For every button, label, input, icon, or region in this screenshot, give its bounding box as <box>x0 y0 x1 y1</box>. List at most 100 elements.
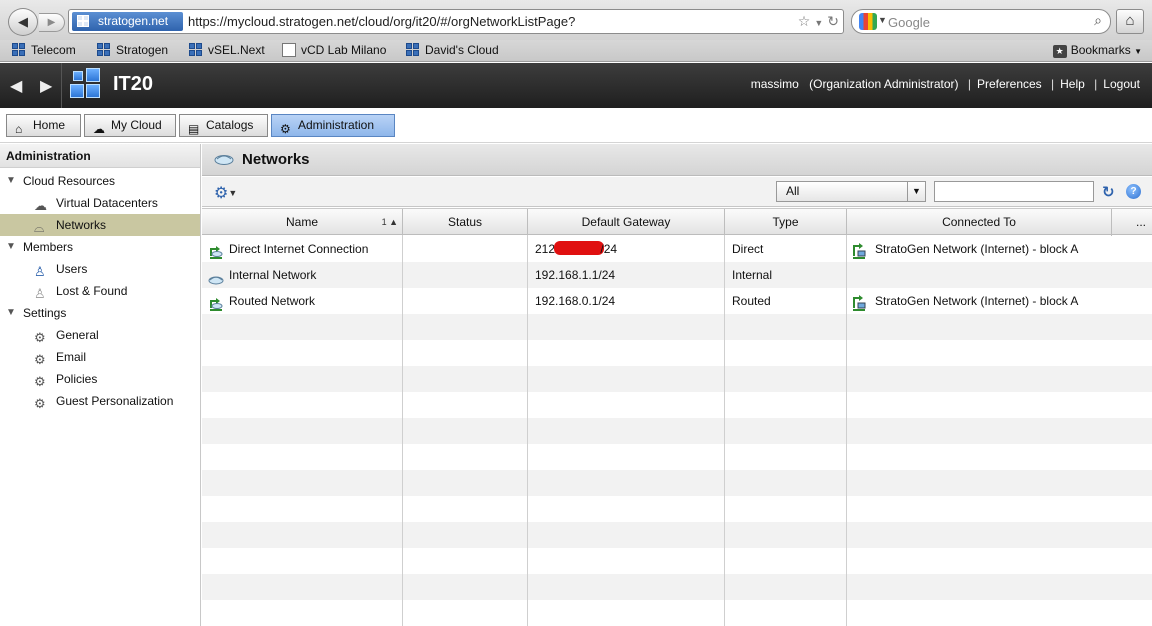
expand-triangle-icon[interactable]: ▼ <box>6 170 16 192</box>
sidebar-title: Administration <box>0 144 200 168</box>
column-header-connected-to[interactable]: Connected To <box>847 209 1112 236</box>
empty-row <box>202 496 1152 522</box>
url-text[interactable]: https://mycloud.stratogen.net/cloud/org/… <box>188 14 575 29</box>
actions-menu-button[interactable]: ⚙▼ <box>214 183 237 203</box>
external-network-icon <box>208 242 224 262</box>
site-identity-badge[interactable]: stratogen.net <box>72 12 183 31</box>
search-input[interactable]: Google <box>888 15 930 30</box>
sidebar-item-general[interactable]: ⚙ General <box>0 324 200 346</box>
sidebar-item-label: Virtual Datacenters <box>56 196 158 210</box>
chevron-down-icon[interactable]: ▼ <box>814 18 823 28</box>
google-icon[interactable] <box>859 13 877 30</box>
chevron-down-icon[interactable]: ▼ <box>907 182 925 201</box>
type-cell: Internal <box>732 268 773 282</box>
column-header-type[interactable]: Type <box>725 209 847 236</box>
search-icon[interactable]: ⌕ <box>1094 12 1102 29</box>
empty-row <box>202 366 1152 392</box>
sidebar-item-users[interactable]: ♙ Users <box>0 258 200 280</box>
expand-triangle-icon[interactable]: ▼ <box>6 302 16 324</box>
help-icon[interactable]: ? <box>1126 184 1141 199</box>
logout-link[interactable]: Logout <box>1103 77 1140 91</box>
separator: | <box>1094 77 1098 91</box>
external-network-icon <box>208 294 224 314</box>
bookmark-vsel-next[interactable]: vSEL.Next <box>189 43 265 57</box>
column-header-status[interactable]: Status <box>403 209 528 236</box>
table-row[interactable]: Routed Network 192.168.0.1/24 Routed Strato… <box>202 288 1152 314</box>
column-header-default-gateway[interactable]: Default Gateway <box>528 209 725 236</box>
column-label: Default Gateway <box>581 215 671 229</box>
gateway-suffix: /24 <box>600 242 618 256</box>
chevron-down-icon[interactable]: ▼ <box>878 15 887 25</box>
bookmark-label: Stratogen <box>116 43 169 57</box>
sidebar-item-networks[interactable]: ⌓ Networks <box>0 214 200 236</box>
sidebar-item-email[interactable]: ⚙ Email <box>0 346 200 368</box>
tab-home[interactable]: ⌂ Home <box>6 114 81 137</box>
external-network-icon <box>851 242 867 262</box>
sidebar-group-cloud-resources[interactable]: ▼ Cloud Resources <box>0 170 200 192</box>
separator: | <box>967 77 971 91</box>
back-button[interactable]: ◀ <box>8 8 38 36</box>
refresh-icon[interactable]: ↻ <box>1102 183 1115 201</box>
column-divider <box>402 235 403 626</box>
tab-catalogs[interactable]: ▤ Catalogs <box>179 114 268 137</box>
star-icon[interactable]: ☆ <box>798 13 811 30</box>
filter-select[interactable]: All ▼ <box>776 181 926 202</box>
bookmarks-menu[interactable]: ★ Bookmarks ▼ <box>1052 43 1142 58</box>
sort-ascending-icon[interactable]: 1 ▲ <box>382 209 398 235</box>
sidebar-item-label: Lost & Found <box>56 284 128 298</box>
column-chooser-button[interactable]: ... <box>1112 209 1152 236</box>
status-cell <box>403 262 527 288</box>
sidebar-item-lost-found[interactable]: ♙ Lost & Found <box>0 280 200 302</box>
preferences-link[interactable]: Preferences <box>977 77 1042 91</box>
admin-sidebar: Administration ▼ Cloud Resources ☁ Virtual… <box>0 144 201 626</box>
empty-row <box>202 522 1152 548</box>
tab-label: Home <box>33 118 66 132</box>
home-icon: ⌂ <box>15 122 23 136</box>
expand-triangle-icon[interactable]: ▼ <box>6 236 16 258</box>
help-link[interactable]: Help <box>1060 77 1085 91</box>
app-back-icon[interactable]: ◀ <box>10 76 22 96</box>
sidebar-item-policies[interactable]: ⚙ Policies <box>0 368 200 390</box>
tab-administration[interactable]: ⚙ Administration <box>271 114 395 137</box>
cube-icon <box>77 15 91 29</box>
filter-search-input[interactable] <box>934 181 1094 202</box>
app-back-forward: ◀ ▶ <box>0 63 62 108</box>
bookmark-telecom[interactable]: Telecom <box>12 43 76 57</box>
sidebar-group-settings[interactable]: ▼ Settings <box>0 302 200 324</box>
bookmark-davids-cloud[interactable]: David's Cloud <box>406 43 499 57</box>
forward-button[interactable]: ▶ <box>39 13 65 32</box>
app-forward-icon[interactable]: ▶ <box>40 76 52 96</box>
page-title: Networks <box>242 151 310 168</box>
bookmark-vcd-lab-milano[interactable]: vCD Lab Milano <box>282 43 386 57</box>
app-logo-icon <box>70 68 104 102</box>
url-bar[interactable]: stratogen.net https://mycloud.stratogen.… <box>68 9 844 34</box>
sidebar-item-virtual-datacenters[interactable]: ☁ Virtual Datacenters <box>0 192 200 214</box>
empty-row <box>202 574 1152 600</box>
grid-toolbar: ⚙▼ All ▼ ↻ ? <box>202 177 1152 207</box>
bookmark-label: vSEL.Next <box>208 43 265 57</box>
connected-network-name: StratoGen Network (Internet) - block A <box>875 294 1079 308</box>
network-name-cell[interactable]: Direct Internet Connection <box>202 236 402 262</box>
bookmark-stratogen[interactable]: Stratogen <box>97 43 168 57</box>
network-name-cell[interactable]: Routed Network <box>202 288 402 314</box>
reload-icon[interactable]: ↻ <box>827 13 839 30</box>
chevron-down-icon: ▼ <box>1134 47 1142 56</box>
gear-icon: ⚙ <box>214 185 229 202</box>
home-icon: ⌂ <box>1125 12 1135 29</box>
chevron-down-icon: ▼ <box>228 188 238 198</box>
bookmarks-bar: Telecom Stratogen vSEL.Next vCD Lab Mila… <box>0 40 1152 62</box>
sidebar-group-members[interactable]: ▼ Members <box>0 236 200 258</box>
sidebar-group-label: Settings <box>23 306 67 320</box>
app-header: ◀ ▶ IT20 massimo (Organization Administr… <box>0 63 1152 108</box>
home-button[interactable]: ⌂ <box>1116 9 1144 34</box>
sidebar-item-guest-personalization[interactable]: ⚙ Guest Personalization <box>0 390 200 412</box>
table-row[interactable]: Internal Network 192.168.1.1/24 Internal <box>202 262 1152 288</box>
column-divider <box>527 235 528 626</box>
back-forward-group: ◀ ▶ <box>8 8 65 36</box>
column-header-name[interactable]: Name 1 ▲ <box>202 209 403 236</box>
network-name-cell[interactable]: Internal Network <box>202 262 402 288</box>
cube-icon <box>189 43 203 57</box>
tab-my-cloud[interactable]: ☁ My Cloud <box>84 114 176 137</box>
search-bar[interactable]: ▼ Google ⌕ <box>851 9 1111 34</box>
table-row[interactable]: Direct Internet Connection 212./24 Direct S… <box>202 236 1152 262</box>
